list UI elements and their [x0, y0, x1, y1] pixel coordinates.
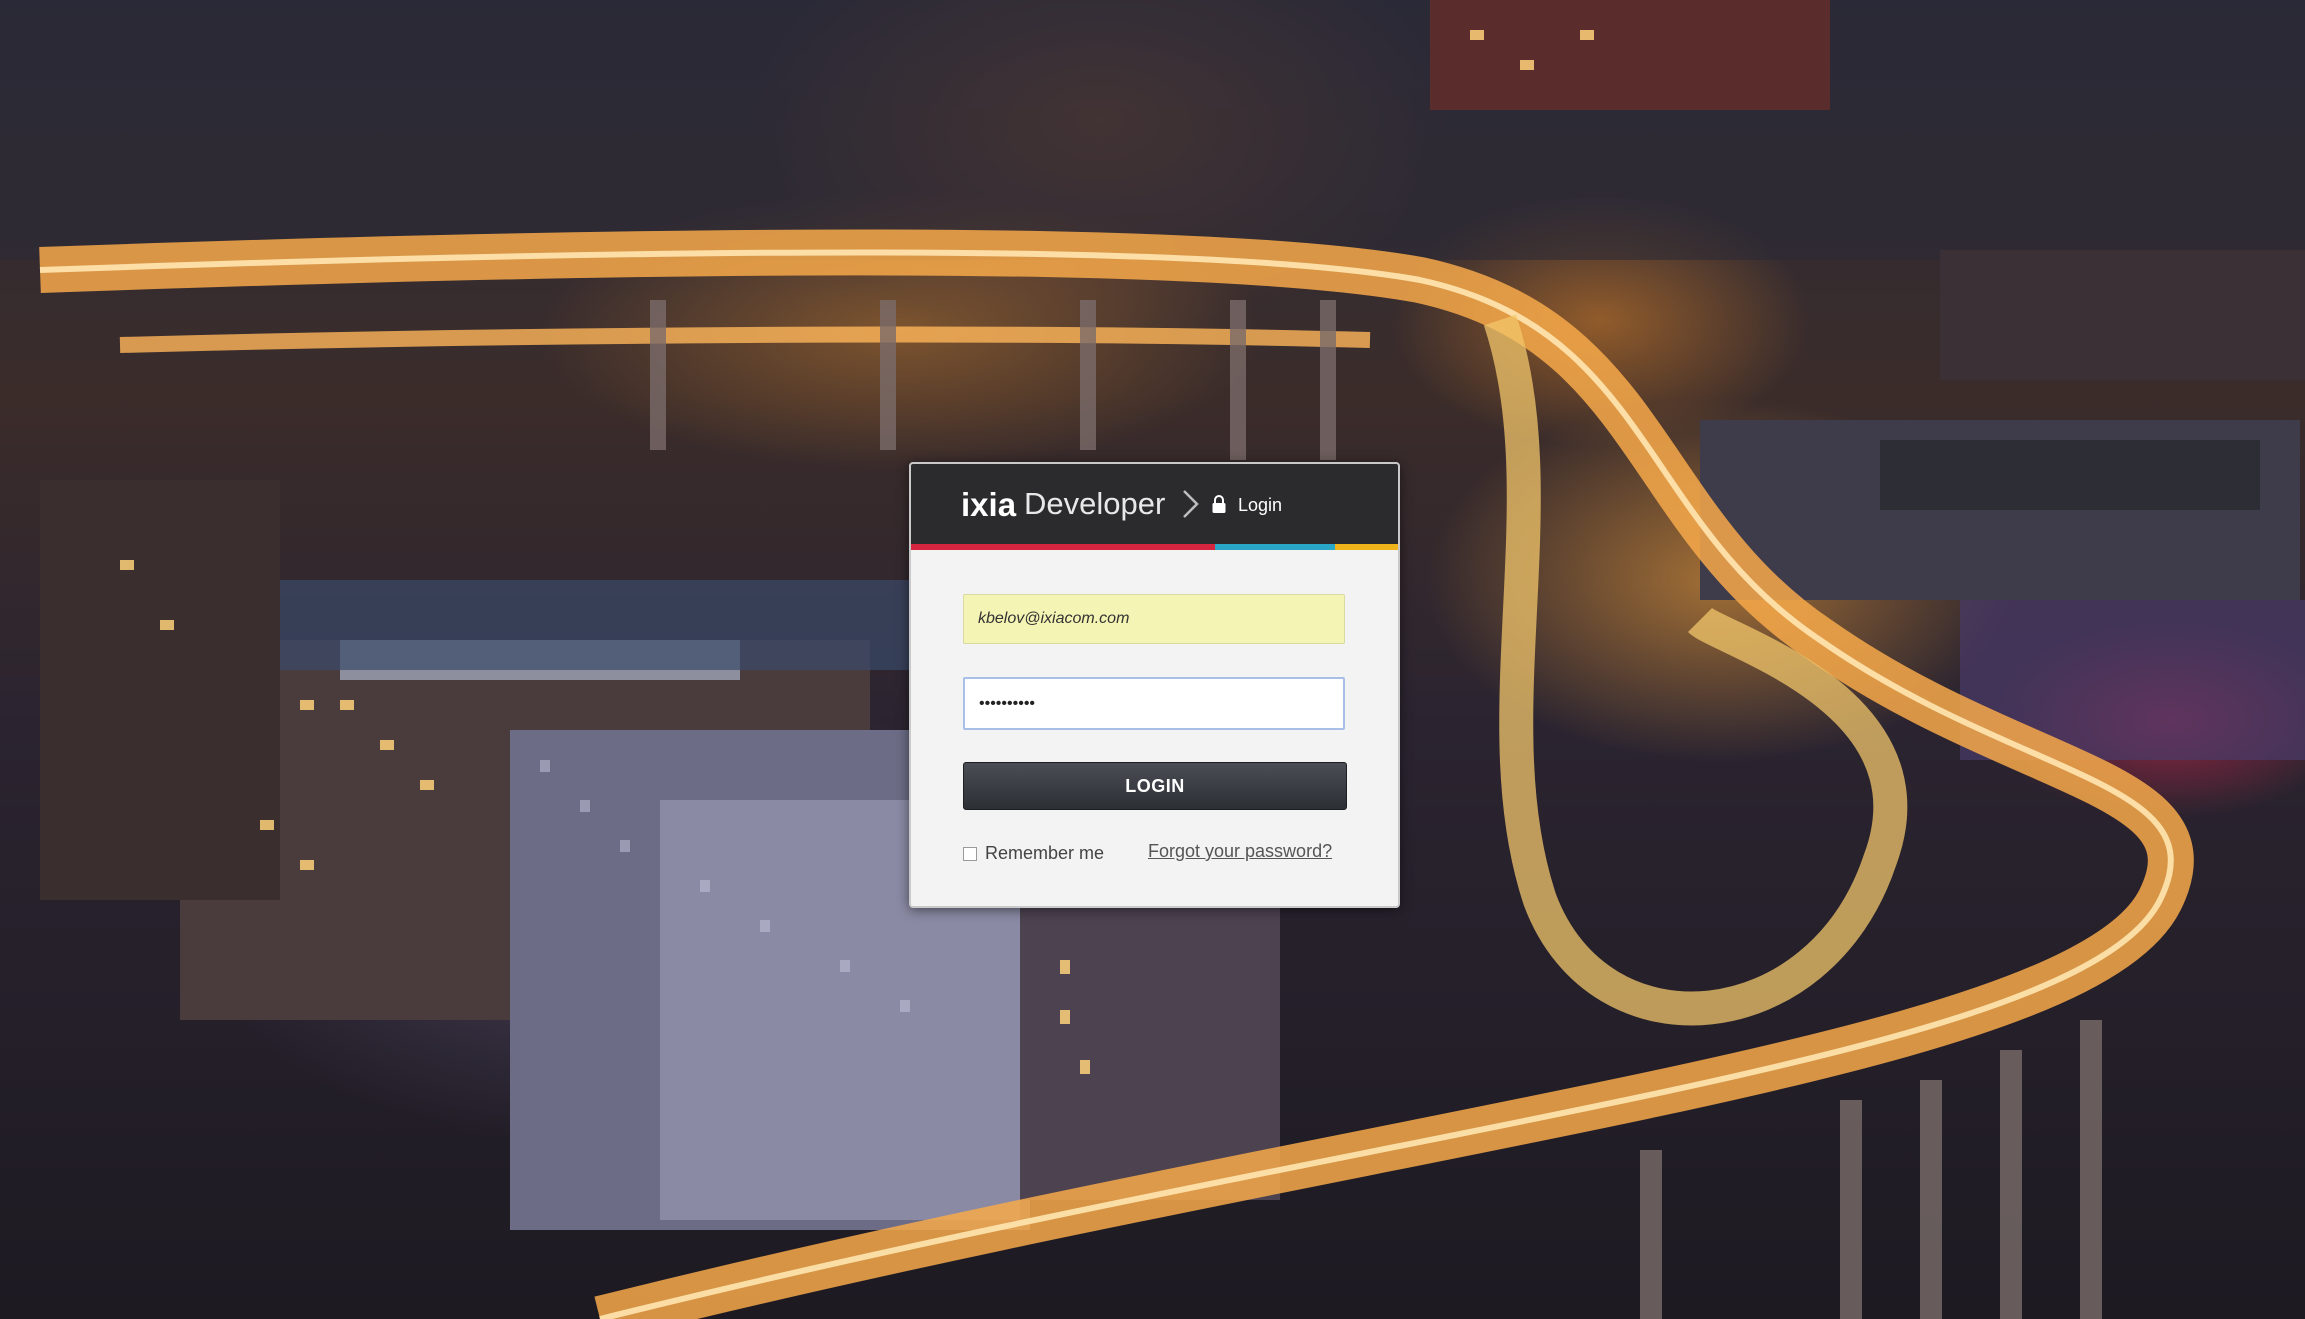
login-button[interactable]: LOGIN: [963, 762, 1347, 810]
password-field[interactable]: [963, 677, 1345, 730]
stripe-red: [911, 544, 1215, 550]
product-name: Developer: [1024, 486, 1166, 521]
forgot-password-link[interactable]: Forgot your password?: [1148, 841, 1332, 862]
remember-me-checkbox[interactable]: [963, 846, 977, 861]
chevron-right-icon: [1183, 490, 1199, 518]
email-field[interactable]: [963, 594, 1345, 644]
login-card: ixia Developer Login LOGIN Remember me F…: [909, 462, 1400, 908]
brand-logo: ixia: [961, 486, 1017, 523]
color-stripe: [911, 544, 1398, 550]
remember-me[interactable]: Remember me: [963, 843, 1104, 864]
remember-me-label: Remember me: [985, 843, 1105, 863]
stripe-blue: [1215, 544, 1335, 550]
login-header: ixia Developer Login: [911, 464, 1398, 544]
breadcrumb-current: Login: [1238, 495, 1283, 515]
lock-icon: [1212, 495, 1226, 513]
stripe-yellow: [1335, 544, 1398, 550]
